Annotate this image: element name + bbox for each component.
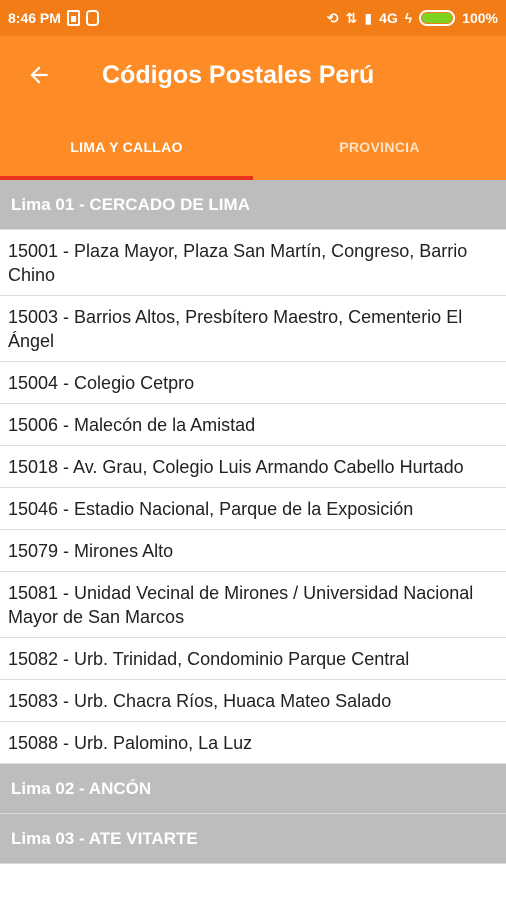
status-time: 8:46 PM [8, 10, 61, 26]
signal-bars-icon: ▮ [364, 9, 373, 26]
list-item[interactable]: 15079 - Mirones Alto [0, 530, 506, 572]
list-item[interactable]: 15006 - Malecón de la Amistad [0, 404, 506, 446]
list-item[interactable]: 15083 - Urb. Chacra Ríos, Huaca Mateo Sa… [0, 680, 506, 722]
battery-level [422, 13, 453, 23]
list-item[interactable]: 15018 - Av. Grau, Colegio Luis Armando C… [0, 446, 506, 488]
list-item[interactable]: 15088 - Urb. Palomino, La Luz [0, 722, 506, 764]
list-item[interactable]: 15004 - Colegio Cetpro [0, 362, 506, 404]
tab-lima-y-callao[interactable]: LIMA Y CALLAO [0, 114, 253, 180]
battery-percent: 100% [462, 10, 498, 26]
tab-provincia[interactable]: PROVINCIA [253, 114, 506, 180]
battery-icon [419, 10, 456, 26]
list-item[interactable]: 15082 - Urb. Trinidad, Condominio Parque… [0, 638, 506, 680]
tab-label: LIMA Y CALLAO [70, 139, 183, 155]
battery-saver-icon [66, 10, 80, 26]
section-header-lima-03[interactable]: Lima 03 - ATE VITARTE [0, 814, 506, 864]
status-right: ⟲ ⇅ ▮ 4G ϟ 100% [327, 10, 498, 27]
status-bar: 8:46 PM ⟲ ⇅ ▮ 4G ϟ 100% [0, 0, 506, 36]
status-left: 8:46 PM [8, 10, 99, 26]
section-header-lima-01[interactable]: Lima 01 - CERCADO DE LIMA [0, 180, 506, 230]
no-sync-icon: ⟲ [326, 9, 339, 26]
app-bar: Códigos Postales Perú [0, 36, 506, 114]
list-item[interactable]: 15003 - Barrios Altos, Presbítero Maestr… [0, 296, 506, 362]
back-button[interactable] [0, 36, 78, 114]
page-title: Códigos Postales Perú [102, 60, 375, 89]
arrow-left-icon [30, 66, 48, 84]
section-header-lima-02[interactable]: Lima 02 - ANCÓN [0, 764, 506, 814]
signal-icon: ⇅ [345, 9, 358, 26]
postal-code-list[interactable]: Lima 01 - CERCADO DE LIMA 15001 - Plaza … [0, 180, 506, 864]
charging-icon: ϟ [404, 10, 413, 26]
tab-label: PROVINCIA [339, 139, 420, 155]
list-item[interactable]: 15046 - Estadio Nacional, Parque de la E… [0, 488, 506, 530]
list-item[interactable]: 15081 - Unidad Vecinal de Mirones / Univ… [0, 572, 506, 638]
android-notification-icon [85, 10, 99, 26]
list-item[interactable]: 15001 - Plaza Mayor, Plaza San Martín, C… [0, 230, 506, 296]
tab-bar: LIMA Y CALLAO PROVINCIA [0, 114, 506, 180]
network-type: 4G [379, 10, 398, 26]
